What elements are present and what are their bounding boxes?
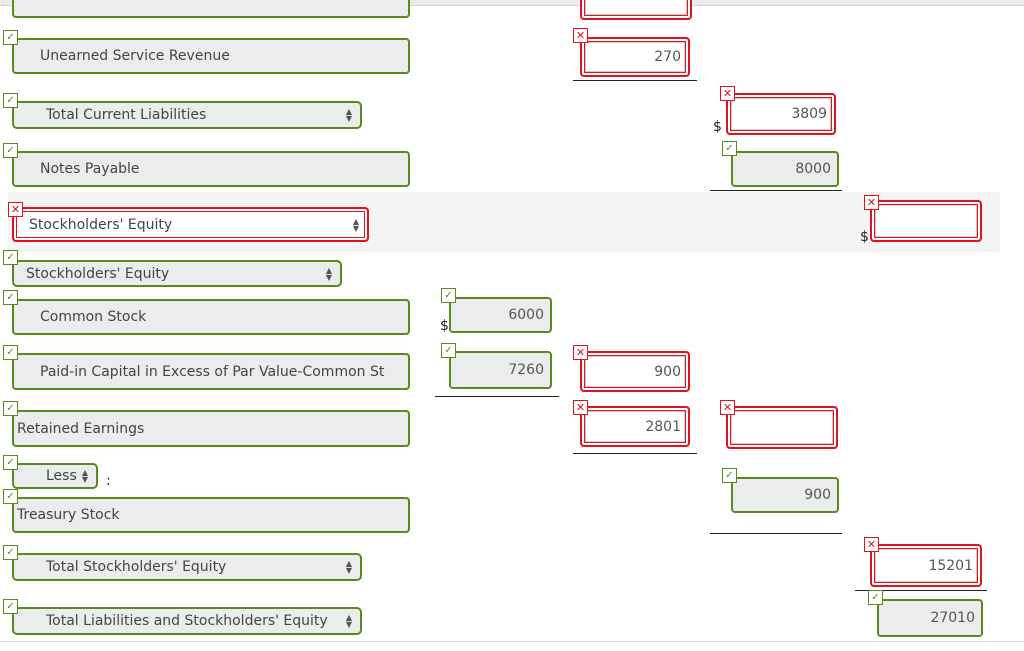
check-icon: ✓ [441, 288, 456, 303]
check-icon: ✓ [3, 401, 18, 416]
x-icon: ✕ [8, 202, 23, 217]
updown-icon: ▲ ▼ [325, 265, 332, 282]
notes-payable-input[interactable]: 8000 [731, 151, 839, 187]
notes-payable-label-field[interactable]: Notes Payable [12, 151, 410, 187]
updown-icon: ▲ ▼ [81, 468, 88, 484]
colon: : [106, 473, 111, 489]
x-icon: ✕ [573, 345, 588, 360]
x-icon: ✕ [573, 28, 588, 43]
retained-earnings-label-field[interactable]: Retained Earnings [12, 410, 410, 447]
check-icon: ✓ [3, 545, 18, 560]
check-icon: ✓ [441, 343, 456, 358]
amount-input-partial[interactable] [580, 0, 692, 20]
underline [710, 190, 842, 191]
total-liabilities-and-se-select[interactable]: Total Liabilities and Stockholders' Equi… [12, 607, 362, 635]
retained-earnings-input[interactable]: 2801 [580, 406, 690, 447]
liabilities-total-input[interactable] [870, 200, 982, 242]
x-icon: ✕ [864, 195, 879, 210]
underline [435, 396, 559, 397]
paid-in-subtotal-input[interactable]: 900 [580, 351, 690, 392]
check-icon: ✓ [722, 141, 737, 156]
total-current-liabilities-input[interactable]: 3809 [726, 93, 836, 135]
common-stock-input[interactable]: 6000 [449, 297, 552, 333]
underline [710, 533, 842, 534]
check-icon: ✓ [3, 250, 18, 265]
paid-in-capital-input[interactable]: 7260 [449, 351, 552, 389]
x-icon: ✕ [864, 537, 879, 552]
stockholders-equity-heading-select[interactable]: Stockholders' Equity ▲ ▼ [12, 260, 342, 287]
treasury-stock-label-field[interactable]: Treasury Stock [12, 497, 410, 533]
total-stockholders-equity-input[interactable]: 15201 [870, 544, 982, 587]
less-select[interactable]: Less ▲ ▼ [12, 463, 98, 489]
underline [573, 453, 697, 454]
updown-icon: ▲ ▼ [352, 216, 359, 233]
check-icon: ✓ [3, 143, 18, 158]
check-icon: ✓ [3, 93, 18, 108]
check-icon: ✓ [722, 468, 737, 483]
dollar-sign: $ [713, 119, 722, 135]
x-icon: ✕ [573, 400, 588, 415]
updown-icon: ▲ ▼ [345, 559, 352, 575]
dollar-sign: $ [440, 318, 449, 334]
check-icon: ✓ [3, 455, 18, 470]
common-stock-label-field[interactable]: Common Stock [12, 299, 410, 335]
total-stockholders-equity-select[interactable]: Total Stockholders' Equity ▲ ▼ [12, 553, 362, 581]
select-value: Total Liabilities and Stockholders' Equi… [46, 613, 328, 629]
retained-earnings-col3-input[interactable] [726, 406, 838, 449]
treasury-stock-input[interactable]: 900 [731, 477, 839, 513]
check-icon: ✓ [3, 489, 18, 504]
unearned-label-field[interactable]: Unearned Service Revenue [12, 38, 410, 74]
check-icon: ✓ [3, 30, 18, 45]
total-current-liabilities-select[interactable]: Total Current Liabilities ▲ ▼ [12, 101, 362, 129]
paid-in-capital-label-field[interactable]: Paid-in Capital in Excess of Par Value-C… [12, 353, 410, 390]
bottom-divider [0, 641, 1024, 642]
check-icon: ✓ [3, 599, 18, 614]
underline [573, 80, 697, 81]
x-icon: ✕ [720, 86, 735, 101]
check-icon: ✓ [3, 290, 18, 305]
x-icon: ✕ [720, 400, 735, 415]
select-value: Total Current Liabilities [46, 107, 207, 123]
check-icon: ✓ [868, 590, 883, 605]
select-value: Total Stockholders' Equity [46, 559, 227, 575]
unearned-amount-input[interactable]: 270 [580, 37, 690, 77]
label-field-partial[interactable] [12, 0, 410, 18]
total-liabilities-and-se-input[interactable]: 27010 [877, 599, 983, 637]
select-value: Stockholders' Equity [26, 265, 170, 282]
updown-icon: ▲ ▼ [345, 613, 352, 629]
updown-icon: ▲ ▼ [345, 107, 352, 123]
select-value: Less [46, 468, 77, 484]
liabilities-total-select[interactable]: Stockholders' Equity ▲ ▼ [12, 207, 369, 242]
select-value: Stockholders' Equity [29, 216, 173, 233]
dollar-sign: $ [860, 229, 869, 245]
check-icon: ✓ [3, 345, 18, 360]
